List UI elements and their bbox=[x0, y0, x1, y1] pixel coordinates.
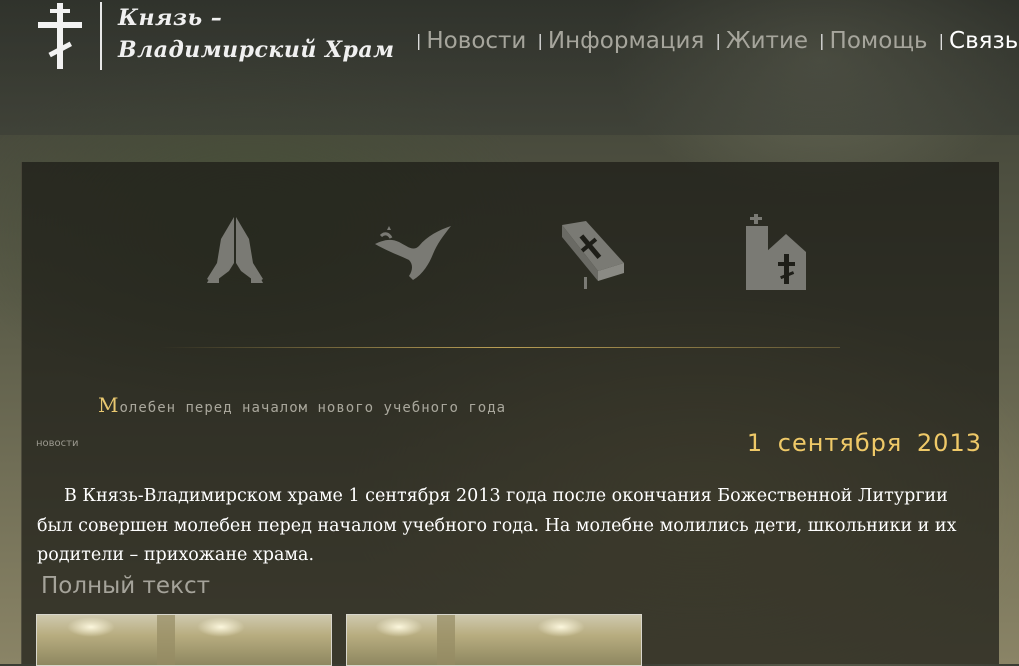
chandelier-highlight bbox=[537, 617, 585, 637]
nav-separator: | bbox=[938, 31, 945, 50]
article-body: В Князь-Владимирском храме 1 сентября 20… bbox=[37, 486, 957, 565]
main-nav: | Новости | Информация | Житие | Помощь | Свя… bbox=[414, 28, 1019, 58]
nav-separator: | bbox=[715, 31, 721, 50]
site-title[interactable]: Князь – Владимирский Храм bbox=[118, 2, 395, 66]
article-title-text: олебен перед началом нового учебного год… bbox=[119, 400, 507, 416]
nav-separator: | bbox=[416, 31, 422, 50]
article-photo-2[interactable] bbox=[346, 614, 642, 666]
nav-item-info[interactable]: Информация bbox=[548, 28, 704, 54]
church-icon[interactable] bbox=[744, 212, 808, 290]
chandelier-highlight bbox=[67, 617, 115, 637]
article-date: 1 сентября 2013 bbox=[746, 429, 982, 457]
logo-divider bbox=[100, 2, 102, 70]
nav-separator: | bbox=[819, 31, 825, 50]
read-more-link[interactable]: Полный текст bbox=[41, 573, 210, 599]
divider-line bbox=[160, 347, 840, 348]
nav-item-contact[interactable]: Связь bbox=[949, 28, 1018, 54]
article-title-initial: М bbox=[98, 393, 120, 417]
article-photo-1[interactable] bbox=[36, 614, 332, 666]
praying-hands-icon[interactable] bbox=[205, 213, 265, 285]
bible-icon[interactable] bbox=[558, 219, 628, 291]
nav-item-life[interactable]: Житие bbox=[726, 28, 808, 54]
nav-item-help[interactable]: Помощь bbox=[830, 28, 928, 54]
chandelier-highlight bbox=[197, 617, 245, 637]
article-title[interactable]: Молебен перед началом нового учебного го… bbox=[98, 393, 506, 417]
nav-separator: | bbox=[537, 31, 543, 50]
site-header: Князь – Владимирский Храм | Новости | Инфо… bbox=[0, 0, 1019, 135]
site-title-line2: Владимирский Храм bbox=[118, 37, 395, 63]
site-title-line1: Князь – bbox=[118, 5, 223, 31]
pillar-shape bbox=[157, 615, 175, 665]
pillar-shape bbox=[437, 615, 455, 665]
chandelier-highlight bbox=[375, 617, 423, 637]
orthodox-cross-icon[interactable] bbox=[36, 3, 84, 69]
article-category[interactable]: новости bbox=[36, 438, 79, 449]
dove-icon[interactable] bbox=[373, 222, 453, 284]
nav-item-news[interactable]: Новости bbox=[426, 28, 526, 54]
